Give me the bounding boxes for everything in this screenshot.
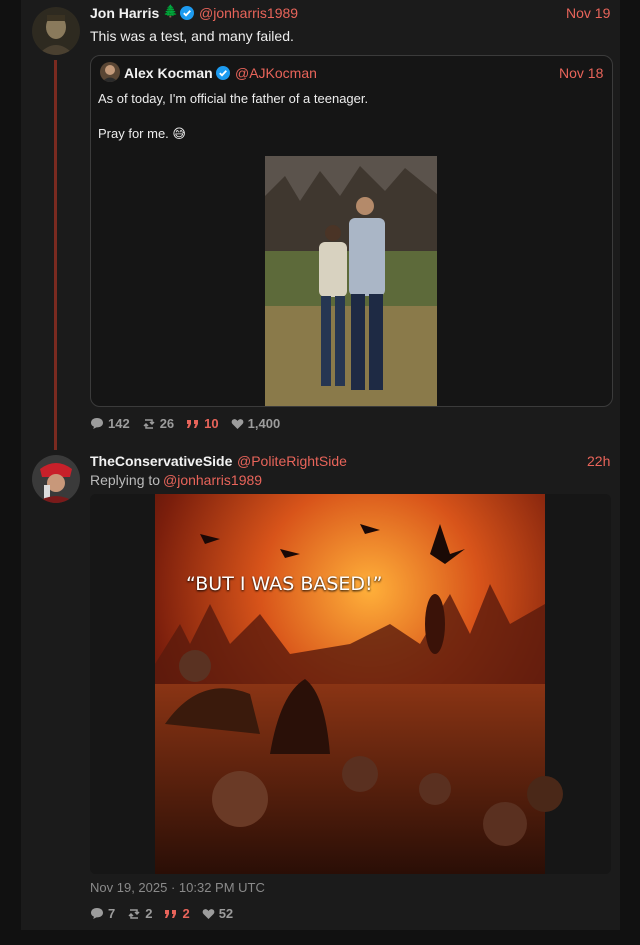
post1-stats: 142 26 10 1,400 — [90, 416, 292, 431]
post-text: This was a test, and many failed. — [90, 28, 294, 44]
replying-to-handle[interactable]: @jonharris1989 — [163, 472, 262, 488]
repost-count-value: 2 — [145, 906, 153, 921]
repost-count[interactable]: 26 — [142, 416, 174, 431]
author-name[interactable]: Jon Harris — [90, 5, 159, 21]
repost-count-value: 26 — [159, 416, 175, 431]
comment-icon — [91, 908, 103, 919]
quote-icon — [187, 419, 199, 428]
quote-count-value: 2 — [182, 906, 190, 921]
thread-line — [54, 60, 57, 450]
author-handle[interactable]: @jonharris1989 — [199, 5, 298, 21]
quote-count-value: 10 — [204, 416, 219, 431]
quote-author-name[interactable]: Alex Kocman — [124, 65, 213, 81]
reply-count-value: 142 — [108, 416, 130, 431]
quoted-post[interactable]: Alex Kocman @AJKocman Nov 18 As of today… — [90, 55, 613, 407]
avatar-alex-kocman[interactable] — [100, 62, 120, 82]
like-count-value: 52 — [218, 906, 234, 921]
post-timestamp[interactable]: Nov 19, 2025 · 10:32 PM UTC — [90, 880, 265, 895]
quote-photo[interactable] — [265, 156, 437, 406]
replying-to-label: Replying to — [90, 472, 161, 488]
post-image[interactable]: “BUT I WAS BASED!” — [90, 494, 611, 874]
post-date[interactable]: 22h — [587, 453, 610, 469]
heart-icon — [202, 908, 215, 919]
repost-icon — [128, 908, 140, 919]
image-caption: “BUT I WAS BASED!” — [186, 573, 383, 595]
repost-icon — [143, 418, 155, 429]
avatar-conservative-side[interactable] — [32, 455, 80, 503]
reply-count[interactable]: 7 — [90, 906, 115, 921]
quote-text-line2: Pray for me. 😅 — [98, 126, 186, 141]
quote-count[interactable]: 10 — [186, 416, 219, 431]
verified-badge-icon — [216, 66, 230, 85]
comment-icon — [91, 418, 103, 429]
post-date[interactable]: Nov 19 — [566, 5, 610, 21]
heart-icon — [231, 418, 243, 429]
author-handle[interactable]: @PoliteRightSide — [237, 453, 347, 469]
repost-count[interactable]: 2 — [127, 906, 152, 921]
quote-icon — [165, 909, 177, 918]
reply-count[interactable]: 142 — [90, 416, 130, 431]
avatar-jon-harris[interactable] — [32, 7, 80, 55]
quote-text-line1: As of today, I'm official the father of … — [98, 91, 369, 106]
post2-stats: 7 2 2 52 — [90, 906, 245, 921]
like-count[interactable]: 52 — [202, 906, 233, 921]
quote-count[interactable]: 2 — [164, 906, 190, 921]
like-count[interactable]: 1,400 — [231, 416, 281, 431]
quote-date[interactable]: Nov 18 — [559, 65, 603, 81]
author-name[interactable]: TheConservativeSide — [90, 453, 232, 469]
like-count-value: 1,400 — [247, 416, 281, 431]
tree-emoji: 🌲 — [163, 4, 178, 18]
reply-count-value: 7 — [108, 906, 116, 921]
quote-author-handle[interactable]: @AJKocman — [235, 65, 317, 81]
verified-badge-icon — [180, 6, 194, 25]
